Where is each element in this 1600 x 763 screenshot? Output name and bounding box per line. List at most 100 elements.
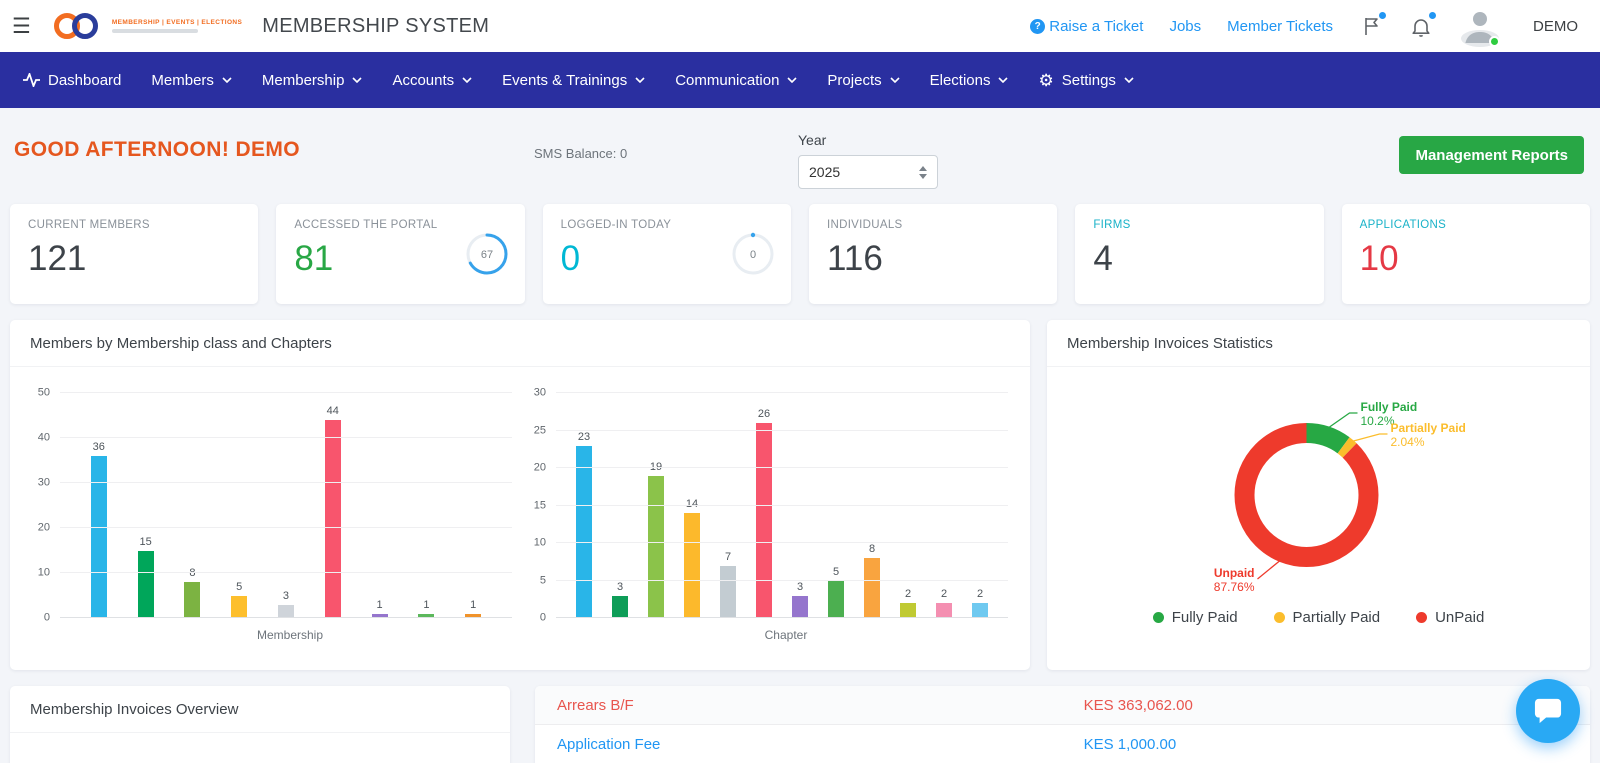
annotation-line xyxy=(1354,434,1388,441)
invoice-row-amount: KES 1,000.00 xyxy=(1084,736,1177,753)
logo-infinity-icon xyxy=(47,9,105,43)
legend-item-partially-paid[interactable]: Partially Paid xyxy=(1274,609,1381,626)
bars: 361585344111 xyxy=(60,393,512,618)
invoice-row-label[interactable]: Application Fee xyxy=(535,736,1084,753)
panel-title: Members by Membership class and Chapters xyxy=(10,320,1030,367)
y-axis: 051015202530 xyxy=(520,393,556,618)
nav-item-membership[interactable]: Membership xyxy=(247,52,378,108)
y-tick-label: 10 xyxy=(38,568,50,579)
annotation-label: Fully Paid xyxy=(1361,400,1418,414)
bar-group: 3 xyxy=(278,590,294,619)
bar-group: 8 xyxy=(184,567,200,618)
annotation-line xyxy=(1330,413,1358,427)
nav-item-dashboard[interactable]: Dashboard xyxy=(8,52,136,108)
stat-value: 10 xyxy=(1360,239,1572,279)
bar xyxy=(900,603,916,618)
bar-value-label: 3 xyxy=(797,581,803,593)
bottom-row: Membership Invoices Overview Arrears B/F… xyxy=(10,686,1590,763)
gridline xyxy=(60,392,512,393)
bar-group: 1 xyxy=(465,599,481,619)
bar-group: 8 xyxy=(864,543,880,618)
bar-group: 3 xyxy=(612,581,628,619)
y-tick-label: 0 xyxy=(540,613,546,624)
gauge-chart: 67 xyxy=(465,232,509,276)
nav-item-accounts[interactable]: Accounts xyxy=(377,52,487,108)
flag-notification-dot xyxy=(1379,12,1386,19)
stat-card-firms: FIRMS 4 xyxy=(1075,204,1323,304)
gridline xyxy=(60,617,512,618)
legend-item-fully-paid[interactable]: Fully Paid xyxy=(1153,609,1238,626)
bar-value-label: 7 xyxy=(725,551,731,563)
bar xyxy=(612,596,628,619)
app-title: MEMBERSHIP SYSTEM xyxy=(262,15,489,38)
nav-item-label: Members xyxy=(151,72,214,89)
main-navbar: Dashboard Members MembershipAccountsEvents… xyxy=(0,52,1600,108)
stat-card-current-members: CURRENT MEMBERS 121 xyxy=(10,204,258,304)
chat-widget-button[interactable] xyxy=(1516,679,1580,743)
chevron-down-icon xyxy=(998,77,1008,83)
bar-value-label: 44 xyxy=(327,405,339,417)
management-reports-button[interactable]: Management Reports xyxy=(1399,136,1584,174)
donut-segment-unpaid xyxy=(1245,433,1369,557)
bar-group: 2 xyxy=(972,588,988,618)
bar-value-label: 15 xyxy=(139,536,151,548)
raise-ticket-link[interactable]: ? Raise a Ticket xyxy=(1030,18,1143,35)
legend-item-unpaid[interactable]: UnPaid xyxy=(1416,609,1484,626)
charts-row: Members by Membership class and Chapters… xyxy=(10,320,1590,670)
bar-value-label: 36 xyxy=(93,441,105,453)
gauge-chart: 0 xyxy=(731,232,775,276)
jobs-link[interactable]: Jobs xyxy=(1169,18,1201,35)
y-tick-label: 30 xyxy=(534,388,546,399)
nav-item-communication[interactable]: Communication xyxy=(660,52,812,108)
app-logo: MEMBERSHIP | EVENTS | ELECTIONS xyxy=(47,9,242,43)
nav-item-projects[interactable]: Projects xyxy=(812,52,914,108)
gauge-start-dot xyxy=(751,233,755,237)
year-select[interactable]: 2025 xyxy=(798,155,938,189)
greeting-row: GOOD AFTERNOON! DEMO SMS Balance: 0 Year… xyxy=(10,124,1590,204)
hamburger-menu-icon[interactable]: ☰ xyxy=(12,16,31,37)
flag-icon[interactable] xyxy=(1359,14,1383,38)
bar-value-label: 3 xyxy=(617,581,623,593)
nav-item-elections[interactable]: Elections xyxy=(915,52,1024,108)
legend-dot xyxy=(1274,612,1285,623)
membership-bar-chart: 01020304050 361585344111 Membership xyxy=(24,393,520,642)
stat-label: ACCESSED THE PORTAL xyxy=(294,219,506,231)
activity-icon xyxy=(23,73,40,87)
invoices-overview-panel: Membership Invoices Overview xyxy=(10,686,510,763)
bar-charts-body: 01020304050 361585344111 Membership 0510… xyxy=(10,367,1030,642)
gauge-value: 0 xyxy=(750,249,756,261)
bar xyxy=(936,603,952,618)
top-bar: ☰ MEMBERSHIP | EVENTS | ELECTIONS MEMBER… xyxy=(0,0,1600,52)
member-tickets-link[interactable]: Member Tickets xyxy=(1227,18,1333,35)
user-avatar[interactable] xyxy=(1461,5,1499,48)
nav-item-label: Dashboard xyxy=(48,72,121,89)
gridline xyxy=(556,542,1008,543)
bar-value-label: 8 xyxy=(189,567,195,579)
greeting-text: GOOD AFTERNOON! DEMO xyxy=(14,138,300,162)
bar xyxy=(864,558,880,618)
y-tick-label: 50 xyxy=(38,388,50,399)
nav-item-settings[interactable]: ⚙Settings xyxy=(1023,52,1148,108)
bar xyxy=(184,582,200,618)
bar-value-label: 5 xyxy=(236,581,242,593)
bar-group: 23 xyxy=(576,431,592,619)
bar-group: 3 xyxy=(792,581,808,619)
bar-group: 14 xyxy=(684,498,700,618)
bar-value-label: 2 xyxy=(941,588,947,600)
help-circle-icon: ? xyxy=(1030,19,1045,34)
bar-group: 2 xyxy=(900,588,916,618)
y-tick-label: 25 xyxy=(534,425,546,436)
year-filter: Year 2025 xyxy=(798,132,938,189)
main-content: GOOD AFTERNOON! DEMO SMS Balance: 0 Year… xyxy=(0,108,1600,763)
gridline xyxy=(60,527,512,528)
plot-area: 361585344111 xyxy=(60,393,520,618)
bar xyxy=(91,456,107,618)
nav-item-members[interactable]: Members xyxy=(136,52,247,108)
nav-item-events-trainings[interactable]: Events & Trainings xyxy=(487,52,660,108)
nav-item-label: Projects xyxy=(827,72,881,89)
gear-icon: ⚙ xyxy=(1038,72,1053,89)
bell-icon[interactable] xyxy=(1409,14,1433,38)
bar-group: 1 xyxy=(418,599,434,619)
bar xyxy=(576,446,592,619)
gridline xyxy=(556,430,1008,431)
